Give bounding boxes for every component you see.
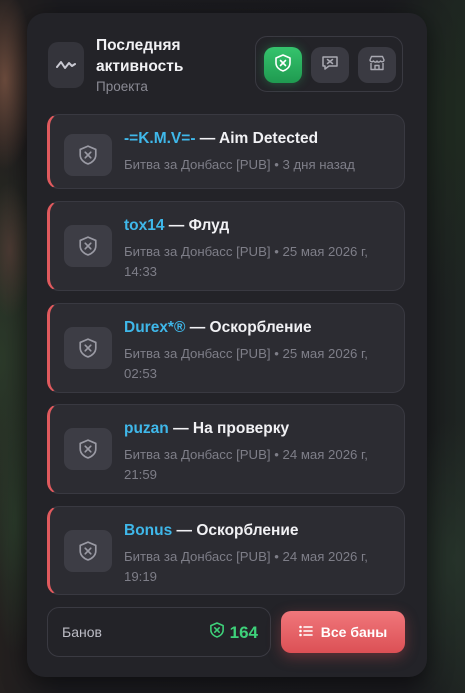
shield-ban-icon <box>209 622 224 643</box>
ban-count-box: Банов 164 <box>47 607 271 657</box>
tab-bans[interactable] <box>264 47 302 83</box>
ban-username[interactable]: tox14 <box>124 217 165 234</box>
ban-reason: На проверку <box>192 420 290 437</box>
ban-title: Durex*® — Оскорбление <box>124 319 312 337</box>
ban-separator: — <box>195 130 220 147</box>
ban-card[interactable]: puzan — На проверку Битва за Донбасс [PU… <box>47 404 405 494</box>
panel-title: Последняя активность <box>96 37 184 75</box>
all-bans-button[interactable]: Все баны <box>281 611 405 653</box>
ban-username[interactable]: Bonus <box>124 522 172 539</box>
ban-card[interactable]: Bonus — Оскорбление Битва за Донбасс [PU… <box>47 506 405 595</box>
ban-title: -=K.M.V=- — Aim Detected <box>124 130 318 148</box>
ban-meta: Битва за Донбасс [PUB] • 25 мая 2026 г, … <box>124 244 368 279</box>
ban-meta: Битва за Донбасс [PUB] • 3 дня назад <box>124 157 355 172</box>
shield-ban-icon <box>64 428 112 470</box>
shield-ban-icon <box>64 225 112 267</box>
activity-tabs <box>255 36 403 92</box>
ban-username[interactable]: -=K.M.V=- <box>124 130 195 147</box>
ban-card[interactable]: Durex*® — Оскорбление Битва за Донбасс [… <box>47 303 405 393</box>
ban-meta: Битва за Донбасс [PUB] • 24 мая 2026 г, … <box>124 549 368 584</box>
ban-meta: Битва за Донбасс [PUB] • 25 мая 2026 г, … <box>124 346 368 381</box>
list-icon <box>298 624 313 640</box>
tab-reports[interactable] <box>311 47 349 83</box>
ban-card[interactable]: -=K.M.V=- — Aim Detected Битва за Донбас… <box>47 114 405 189</box>
ban-meta: Битва за Донбасс [PUB] • 24 мая 2026 г, … <box>124 447 368 482</box>
tab-store[interactable] <box>358 47 396 83</box>
ban-title: puzan — На проверку <box>124 420 289 438</box>
activity-wave-icon <box>48 42 84 88</box>
ban-title: Bonus — Оскорбление <box>124 522 298 540</box>
chat-report-icon <box>321 55 339 76</box>
activity-panel: Последняя активность Проекта -=K.M.V=- —… <box>27 13 427 677</box>
ban-card[interactable]: tox14 — Флуд Битва за Донбасс [PUB] • 25… <box>47 201 405 291</box>
ban-username[interactable]: puzan <box>124 420 169 437</box>
ban-separator: — <box>185 319 210 336</box>
shield-ban-icon <box>275 53 291 77</box>
ban-separator: — <box>172 522 197 539</box>
ban-separator: — <box>164 217 189 234</box>
store-icon <box>368 55 386 76</box>
ban-count: 164 <box>209 622 258 643</box>
ban-username[interactable]: Durex*® <box>124 319 185 336</box>
ban-reason: Оскорбление <box>196 522 299 539</box>
ban-reason: Флуд <box>188 217 230 234</box>
ban-reason: Aim Detected <box>219 130 319 147</box>
ban-separator: — <box>168 420 193 437</box>
ban-count-label: Банов <box>62 624 102 640</box>
shield-ban-icon <box>64 134 112 176</box>
all-bans-label: Все баны <box>320 624 388 640</box>
shield-ban-icon <box>64 530 112 572</box>
shield-ban-icon <box>64 327 112 369</box>
ban-count-value: 164 <box>229 622 258 642</box>
panel-subtitle: Проекта <box>96 79 148 94</box>
ban-reason: Оскорбление <box>209 319 312 336</box>
ban-title: tox14 — Флуд <box>124 217 229 235</box>
